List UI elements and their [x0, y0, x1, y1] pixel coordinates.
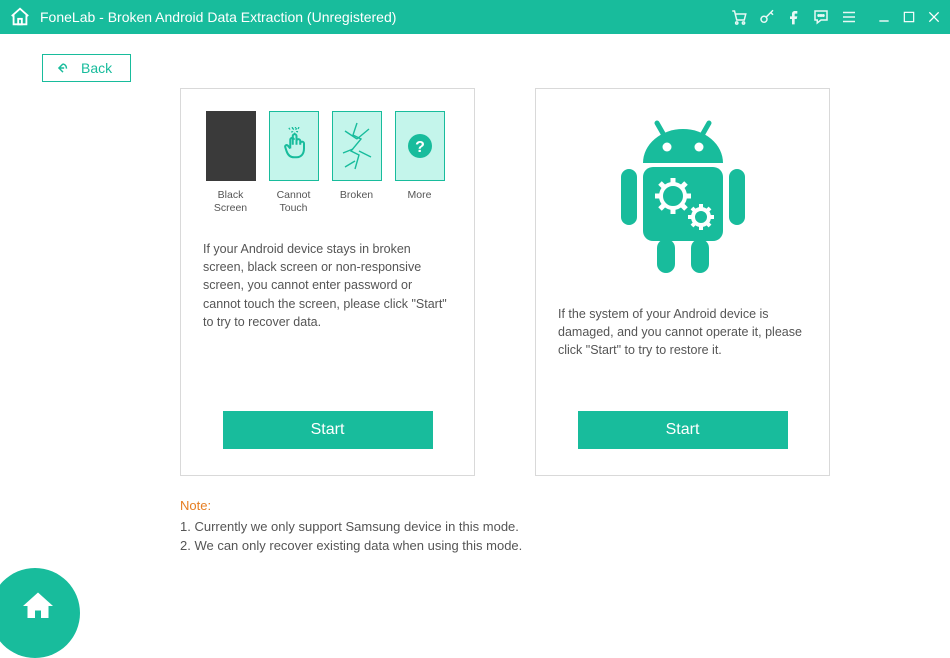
- left-card-description: If your Android device stays in broken s…: [203, 240, 452, 331]
- maximize-icon[interactable]: [902, 10, 916, 24]
- note-line-1: 1. Currently we only support Samsung dev…: [180, 519, 522, 534]
- note-line-2: 2. We can only recover existing data whe…: [180, 538, 522, 553]
- tile-label: Black Screen: [203, 189, 258, 214]
- tile-label: Broken: [340, 189, 373, 213]
- tile-label: More: [408, 189, 432, 213]
- black-screen-icon: [206, 111, 256, 181]
- crack-icon: [332, 111, 382, 181]
- condition-tiles: Black Screen Cannot Touch: [203, 111, 452, 214]
- back-label: Back: [81, 60, 112, 76]
- tile-broken[interactable]: Broken: [329, 111, 384, 214]
- touch-icon: [269, 111, 319, 181]
- right-card-description: If the system of your Android device is …: [558, 305, 807, 359]
- back-button[interactable]: Back: [42, 54, 131, 82]
- tile-label: Cannot Touch: [266, 189, 321, 214]
- start-system-button[interactable]: Start: [578, 411, 788, 449]
- minimize-icon[interactable]: [876, 9, 892, 25]
- broken-screen-card: Black Screen Cannot Touch: [180, 88, 475, 476]
- svg-text:?: ?: [415, 139, 425, 156]
- window-controls: [876, 9, 942, 25]
- facebook-icon[interactable]: [786, 9, 802, 25]
- home-icon[interactable]: [8, 5, 32, 29]
- system-damaged-card: If the system of your Android device is …: [535, 88, 830, 476]
- menu-icon[interactable]: [840, 8, 858, 26]
- close-icon[interactable]: [926, 9, 942, 25]
- note-label: Note:: [180, 498, 522, 513]
- tile-cannot-touch[interactable]: Cannot Touch: [266, 111, 321, 214]
- feedback-icon[interactable]: [812, 8, 830, 26]
- start-broken-button[interactable]: Start: [223, 411, 433, 449]
- more-icon: ?: [395, 111, 445, 181]
- cards-container: Black Screen Cannot Touch: [180, 88, 830, 476]
- key-icon[interactable]: [758, 8, 776, 26]
- note-section: Note: 1. Currently we only support Samsu…: [180, 498, 522, 557]
- tile-black-screen[interactable]: Black Screen: [203, 111, 258, 214]
- home-icon: [20, 588, 56, 624]
- home-fab[interactable]: [0, 568, 80, 658]
- titlebar: FoneLab - Broken Android Data Extraction…: [0, 0, 950, 34]
- window-title: FoneLab - Broken Android Data Extraction…: [40, 9, 730, 25]
- android-gear-icon: [603, 111, 763, 281]
- toolbar-icons: [730, 8, 858, 26]
- back-arrow-icon: [55, 61, 71, 75]
- cart-icon[interactable]: [730, 8, 748, 26]
- tile-more[interactable]: ? More: [392, 111, 447, 214]
